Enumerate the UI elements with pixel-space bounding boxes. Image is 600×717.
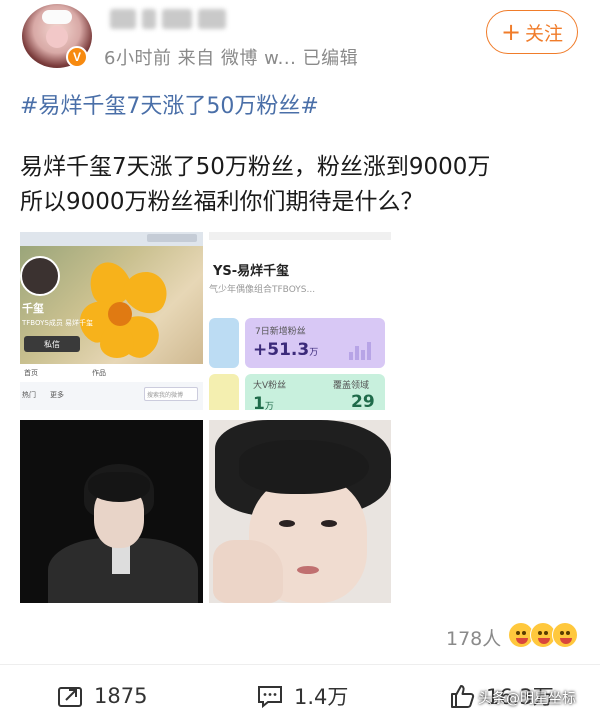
stats-card-icon	[209, 318, 239, 368]
verified-badge-icon: V	[66, 46, 88, 68]
follow-button[interactable]: + 关注	[486, 10, 578, 54]
image-profile-screenshot[interactable]: 千玺 TFBOYS成员 易烊千玺 私信 首页 作品 热门 更多 搜索我的微博	[20, 232, 203, 410]
avatar-face	[46, 26, 68, 48]
stats-label: 7日新增粉丝	[255, 327, 306, 337]
repost-button[interactable]: 1875	[56, 678, 147, 714]
reaction-count[interactable]: 178人	[446, 624, 501, 651]
watermark: 头条@明星坐标	[478, 691, 576, 707]
profile-subbar-item: 热门	[22, 391, 36, 399]
closeup-fringe	[239, 440, 369, 494]
profile-top-strip	[20, 232, 203, 246]
stats-label: 覆盖领域	[333, 381, 370, 391]
username-blurred[interactable]	[110, 6, 230, 32]
profile-subbar: 热门 更多 搜索我的微博	[20, 382, 203, 410]
bar-chart-icon	[349, 340, 371, 360]
stats-label: 大V粉丝	[253, 381, 287, 391]
profile-message-button: 私信	[24, 336, 80, 352]
follow-label: 关注	[525, 22, 564, 45]
divider	[0, 664, 600, 665]
stats-top-strip	[209, 232, 391, 240]
stats-value: 1万	[253, 394, 274, 410]
closeup-eye	[321, 520, 337, 527]
post-text-line: 所以9000万粉丝福利你们期待是什么？	[20, 189, 424, 215]
image-portrait-dark[interactable]	[20, 420, 203, 603]
image-stats-screenshot[interactable]: YS-易烊千玺 气少年偶像组合TFBOYS... 7日新增粉丝 +51.3万 大…	[209, 232, 391, 410]
flower-center	[108, 302, 132, 326]
stats-card-icon	[209, 374, 239, 410]
comment-count: 1.4万	[294, 685, 349, 709]
repost-icon	[56, 682, 84, 710]
topic-hashtag[interactable]: #易烊千玺7天涨了50万粉丝#	[20, 88, 319, 120]
comment-icon	[256, 682, 284, 710]
profile-subbar-item: 更多	[50, 391, 64, 399]
profile-tab: 首页	[24, 369, 38, 377]
closeup-eye	[279, 520, 295, 527]
profile-tab: 作品	[92, 369, 106, 377]
post-text-line: 易烊千玺7天涨了50万粉丝，粉丝涨到9000万	[20, 154, 491, 180]
portrait-fringe	[88, 472, 150, 502]
profile-subtitle: TFBOYS成员 易烊千玺	[22, 319, 94, 327]
thumbs-up-icon	[448, 682, 476, 710]
grin-emoji-icon[interactable]	[552, 622, 578, 648]
stats-value: +51.3万	[253, 340, 319, 360]
profile-name: 千玺	[22, 302, 44, 315]
portrait-shirt	[112, 544, 130, 574]
image-portrait-closeup[interactable]	[209, 420, 391, 603]
profile-avatar	[20, 256, 60, 296]
profile-search: 搜索我的微博	[144, 387, 198, 401]
repost-count: 1875	[94, 684, 148, 708]
closeup-hand	[213, 540, 283, 603]
closeup-lip	[297, 566, 319, 574]
post-meta: 6小时前 来自 微博 w... 已编辑	[104, 48, 359, 69]
stats-title: YS-易烊千玺	[213, 264, 290, 279]
profile-tabs: 首页 作品	[20, 364, 203, 382]
stats-value: 29	[351, 392, 375, 410]
avatar-bow	[42, 10, 72, 24]
plus-icon: +	[500, 18, 522, 46]
stats-subtitle: 气少年偶像组合TFBOYS...	[209, 285, 316, 295]
comment-button[interactable]: 1.4万	[256, 678, 348, 714]
post-text: 易烊千玺7天涨了50万粉丝，粉丝涨到9000万 所以9000万粉丝福利你们期待是…	[20, 150, 590, 220]
